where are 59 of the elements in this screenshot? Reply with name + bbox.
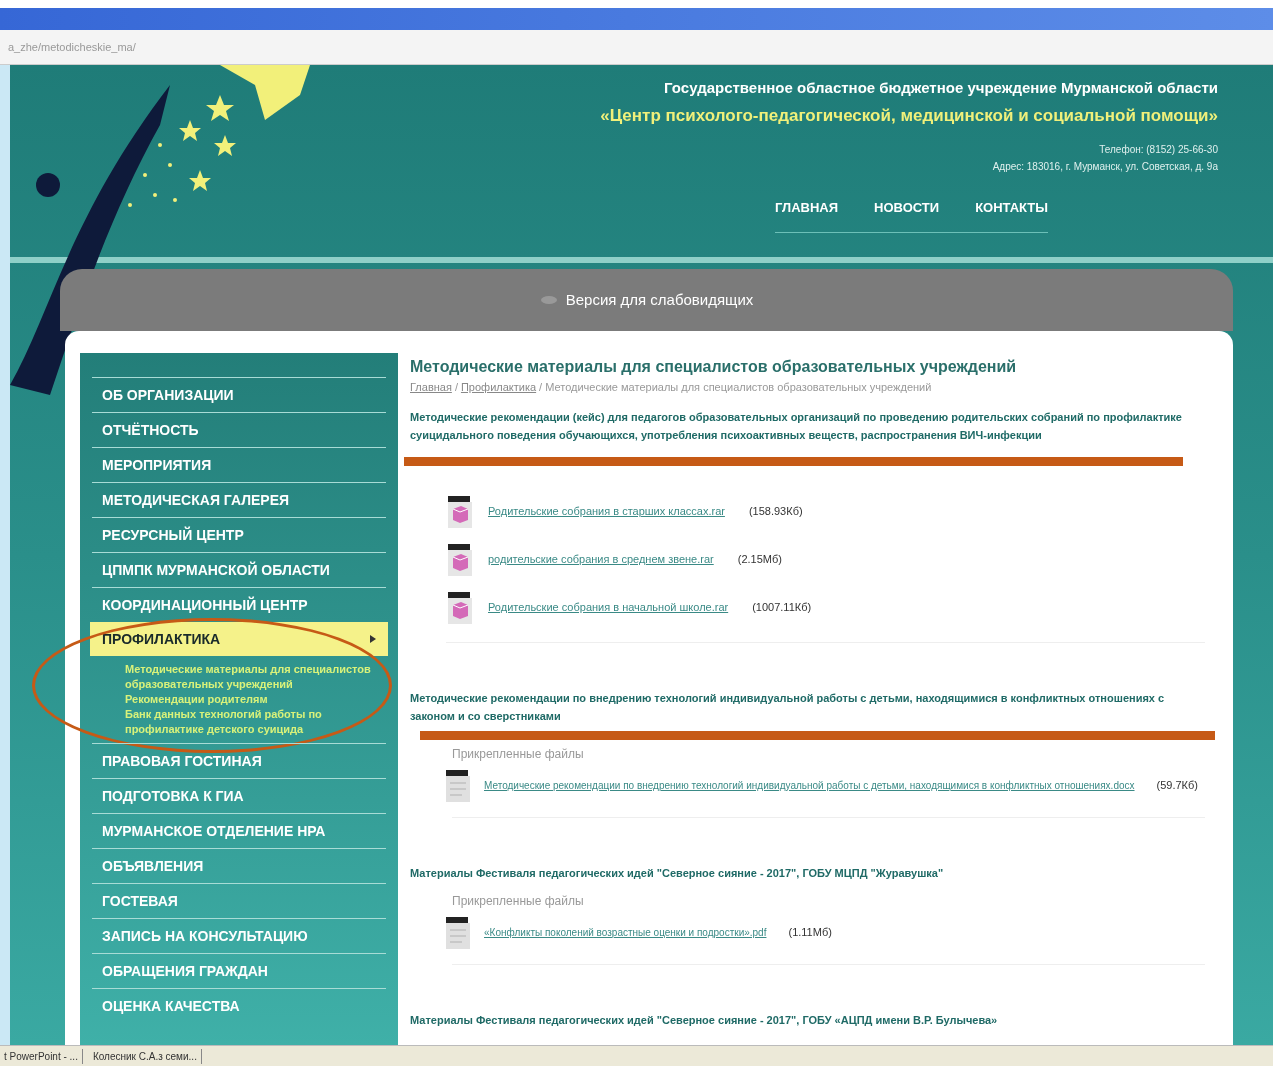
document-file-icon bbox=[444, 915, 472, 950]
sidebar-item[interactable]: ГОСТЕВАЯ bbox=[90, 884, 388, 918]
breadcrumb-current: Методические материалы для специалистов образовательных учреждений bbox=[545, 381, 932, 393]
submenu-link[interactable]: Банк данных технологий работы по профилактике детского суицида bbox=[125, 707, 378, 737]
breadcrumb-separator: / bbox=[539, 381, 543, 393]
breadcrumb-link[interactable]: Профилактика bbox=[460, 381, 537, 393]
low-vision-link[interactable]: Версия для слабовидящих bbox=[565, 288, 754, 312]
sidebar-item[interactable]: ОБРАЩЕНИЯ ГРАЖДАН bbox=[90, 954, 388, 988]
arrow-icon bbox=[370, 635, 376, 643]
sidebar-item[interactable]: МЕТОДИЧЕСКАЯ ГАЛЕРЕЯ bbox=[90, 483, 388, 517]
section-title: Материалы Фестиваля педагогических идей "Северное сияние - 2017", ГОБУ «АЦПД имени В.Р. Булычева» bbox=[410, 1012, 999, 1028]
file-link[interactable]: «Конфликты поколений возрастные оценки и подростки».pdf bbox=[484, 925, 767, 940]
sidebar-item[interactable]: РЕСУРСНЫЙ ЦЕНТР bbox=[90, 518, 388, 552]
address-text: Адрес: 183016, г. Мурманск, ул. Советская, д. 9а bbox=[992, 160, 1218, 174]
nav-link[interactable]: ГЛАВНАЯ bbox=[775, 198, 839, 218]
file-size: (2.15Мб) bbox=[737, 552, 782, 568]
section-title: Методические рекомендации (кейс) для педагогов образовательных организаций по проведению родительских собраний по профилактике суицидального поведения обучающихся, употребления психоактивных веществ, распространения ВИЧ-инфекции bbox=[410, 409, 1183, 443]
attached-files-label: Прикрепленные файлы bbox=[452, 892, 585, 910]
sidebar-item[interactable]: МУРМАНСКОЕ ОТДЕЛЕНИЕ НРА bbox=[90, 814, 388, 848]
section-title: Материалы Фестиваля педагогических идей "Северное сияние - 2017", ГОБУ МЦПД "Журавушка" bbox=[410, 865, 945, 881]
file-size: (158.93Кб) bbox=[748, 504, 803, 520]
archive-file-icon bbox=[446, 590, 474, 625]
page-title: Методические материалы для специалистов образовательных учреждений bbox=[410, 357, 1018, 377]
sidebar-item[interactable]: ОБЪЯВЛЕНИЯ bbox=[90, 849, 388, 883]
sidebar-item[interactable]: КООРДИНАЦИОННЫЙ ЦЕНТР bbox=[90, 588, 388, 622]
nav-link[interactable]: НОВОСТИ bbox=[874, 198, 940, 218]
archive-file-icon bbox=[446, 542, 474, 577]
organization-name: Государственное областное бюджетное учреждение Мурманской области bbox=[664, 78, 1218, 98]
file-size: (59.7Кб) bbox=[1156, 778, 1198, 794]
file-link[interactable]: Методические рекомендации по внедрению технологий индивидуальной работы с детьми, находящимися в конфликтных отношениях.docx bbox=[484, 778, 1135, 793]
sidebar-item[interactable]: ЗАПИСЬ НА КОНСУЛЬТАЦИЮ bbox=[90, 919, 388, 953]
submenu-link[interactable]: Методические материалы для специалистов образовательных учреждений bbox=[125, 662, 378, 692]
sidebar-item[interactable]: ЦПМПК МУРМАНСКОЙ ОБЛАСТИ bbox=[90, 553, 388, 587]
center-name: «Центр психолого-педагогической, медицинской и социальной помощи» bbox=[600, 104, 1218, 127]
attached-files-label: Прикрепленные файлы bbox=[452, 745, 585, 763]
sidebar-item[interactable]: МЕРОПРИЯТИЯ bbox=[90, 448, 388, 482]
eye-icon bbox=[539, 295, 558, 305]
section-title: Методические рекомендации по внедрению технологий индивидуальной работы с детьми, находящимися в конфликтных отношениях с законом и со сверстниками bbox=[410, 690, 1166, 724]
nav-link[interactable]: КОНТАКТЫ bbox=[975, 198, 1048, 218]
document-file-icon bbox=[444, 768, 472, 803]
address-text[interactable]: a_zhe/metodicheskie_ma/ bbox=[8, 38, 136, 56]
file-link[interactable]: родительские собрания в среднем звене.rar bbox=[488, 551, 714, 568]
sidebar-item[interactable]: ОТЧЁТНОСТЬ bbox=[90, 413, 388, 447]
sidebar-item[interactable]: ПРОФИЛАКТИКА bbox=[90, 622, 388, 656]
file-link[interactable]: Родительские собрания в старших классах.rar bbox=[488, 503, 725, 520]
file-size: (1.11Мб) bbox=[788, 925, 832, 941]
sidebar-item[interactable]: ОБ ОРГАНИЗАЦИИ bbox=[90, 378, 388, 412]
breadcrumb-separator: / bbox=[454, 381, 458, 393]
taskbar-item[interactable]: t PowerPoint - ... bbox=[0, 1048, 83, 1064]
sidebar-item[interactable]: ПРАВОВАЯ ГОСТИНАЯ bbox=[90, 744, 388, 778]
submenu-link[interactable]: Рекомендации родителям bbox=[125, 692, 378, 707]
file-size: (1007.11Кб) bbox=[752, 600, 812, 616]
breadcrumb-link[interactable]: Главная bbox=[410, 381, 452, 393]
phone-text: Телефон: (8152) 25-66-30 bbox=[1099, 143, 1218, 157]
sidebar-item[interactable]: ПОДГОТОВКА К ГИА bbox=[90, 779, 388, 813]
file-link[interactable]: Родительские собрания в начальной школе.rar bbox=[488, 599, 729, 616]
sidebar-item[interactable]: ОЦЕНКА КАЧЕСТВА bbox=[90, 989, 388, 1023]
archive-file-icon bbox=[446, 494, 474, 529]
taskbar-item[interactable]: Колесник С.А.з семи... bbox=[88, 1048, 202, 1064]
